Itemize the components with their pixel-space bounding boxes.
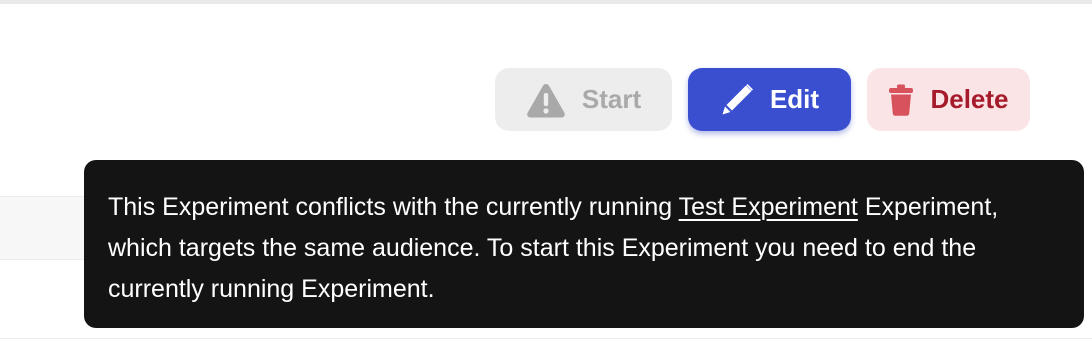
trash-icon	[888, 84, 914, 116]
start-button[interactable]: Start	[495, 68, 672, 131]
experiment-page: Start Edit Delete This Experiment confli…	[0, 0, 1092, 342]
background-row	[0, 196, 90, 260]
bottom-divider	[0, 338, 1092, 339]
tooltip-text-start: This Experiment conflicts with the curre…	[108, 193, 679, 221]
delete-button-label: Delete	[930, 84, 1009, 114]
conflict-tooltip: This Experiment conflicts with the curre…	[84, 160, 1084, 328]
test-experiment-link[interactable]: Test Experiment	[679, 193, 858, 221]
top-divider	[0, 0, 1092, 4]
start-button-label: Start	[581, 84, 642, 114]
pencil-icon	[720, 83, 754, 117]
delete-button[interactable]: Delete	[867, 68, 1030, 131]
edit-button[interactable]: Edit	[688, 68, 851, 131]
edit-button-label: Edit	[769, 84, 820, 114]
warning-triangle-icon	[526, 82, 566, 118]
